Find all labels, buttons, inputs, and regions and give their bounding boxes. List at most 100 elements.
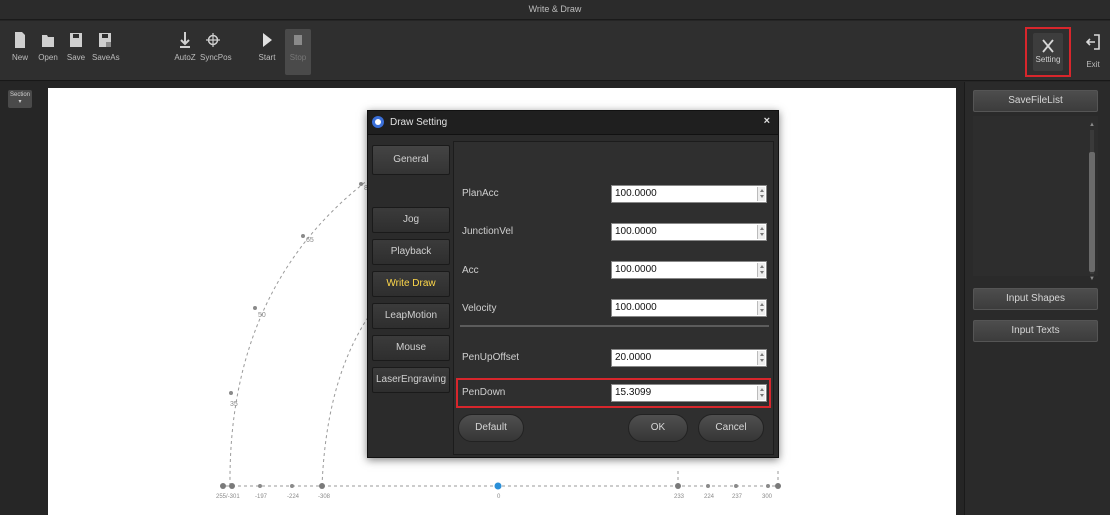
new-button-label: New — [11, 53, 28, 62]
axis-point — [734, 484, 738, 488]
save-button[interactable]: Save — [63, 29, 89, 75]
setting-button[interactable]: Setting — [1025, 27, 1071, 77]
stop-button-label: Stop — [289, 53, 307, 62]
auto-z-icon — [180, 32, 190, 48]
pen-down-value: 15.3099 — [615, 387, 652, 398]
axis-point — [290, 484, 294, 488]
save-as-button[interactable]: SaveAs — [92, 29, 120, 75]
spinner-icon[interactable] — [757, 386, 765, 400]
arc-point — [253, 306, 257, 310]
stop-button[interactable]: Stop — [285, 29, 311, 75]
acc-label: Acc — [462, 265, 479, 276]
draw-setting-dialog: Draw Setting × General Jog Playback Writ… — [367, 110, 779, 458]
left-panel: Section ▾ — [0, 82, 40, 515]
dialog-title: Draw Setting — [390, 117, 448, 128]
spinner-icon[interactable] — [757, 263, 765, 277]
arc-point — [301, 234, 305, 238]
axis-label: 233 — [674, 494, 685, 500]
axis-point — [229, 483, 235, 489]
tab-playback[interactable]: Playback — [372, 239, 450, 265]
spinner-icon[interactable] — [757, 301, 765, 315]
axis-label: -308 — [318, 494, 331, 500]
file-list-scrollbar[interactable]: ▲ ▼ — [1088, 122, 1096, 282]
save-icon — [70, 33, 82, 47]
title-bar: Write & Draw — [0, 0, 1110, 20]
exit-button-label: Exit — [1086, 60, 1100, 69]
ok-button[interactable]: OK — [628, 414, 688, 442]
arc-point — [359, 182, 363, 186]
tab-laser-engraving[interactable]: LaserEngraving — [372, 367, 450, 393]
arc-point-label: 35 — [230, 401, 238, 408]
cancel-button[interactable]: Cancel — [698, 414, 764, 442]
tab-general[interactable]: General — [372, 145, 450, 175]
tab-leapmotion[interactable]: LeapMotion — [372, 303, 450, 329]
axis-point — [706, 484, 710, 488]
acc-value: 100.0000 — [615, 264, 657, 275]
axis-label: -224 — [287, 494, 300, 500]
axis-label: 300 — [762, 494, 773, 500]
origin-point — [494, 482, 502, 490]
pen-up-offset-input[interactable]: 20.0000 — [611, 349, 767, 367]
junction-vel-value: 100.0000 — [615, 226, 657, 237]
open-button-label: Open — [38, 53, 58, 62]
axis-point — [220, 483, 226, 489]
open-button[interactable]: Open — [35, 29, 61, 75]
save-as-icon — [99, 33, 111, 47]
velocity-label: Velocity — [462, 303, 497, 314]
junction-vel-input[interactable]: 100.0000 — [611, 223, 767, 241]
folder-open-icon — [42, 35, 54, 47]
close-icon[interactable]: × — [764, 115, 770, 127]
exit-button[interactable]: Exit — [1082, 33, 1104, 75]
plan-acc-value: 100.0000 — [615, 188, 657, 199]
plan-acc-input[interactable]: 100.0000 — [611, 185, 767, 203]
velocity-value: 100.0000 — [615, 302, 657, 313]
exit-icon — [1085, 34, 1100, 50]
new-button[interactable]: New — [7, 29, 33, 75]
file-list[interactable] — [973, 116, 1098, 276]
setting-button-label: Setting — [1035, 55, 1061, 64]
save-as-button-label: SaveAs — [92, 53, 120, 62]
auto-z-button[interactable]: AutoZ — [172, 29, 198, 75]
scroll-down-icon[interactable]: ▼ — [1088, 276, 1096, 282]
arc-point-label: 65 — [306, 237, 314, 244]
play-icon — [263, 33, 272, 47]
spinner-icon[interactable] — [757, 351, 765, 365]
axis-point — [258, 484, 262, 488]
axis-point — [675, 483, 681, 489]
junction-vel-label: JunctionVel — [462, 226, 514, 237]
section-dropdown[interactable]: Section ▾ — [8, 90, 32, 108]
spinner-icon[interactable] — [757, 187, 765, 201]
start-button-label: Start — [258, 53, 276, 62]
acc-input[interactable]: 100.0000 — [611, 261, 767, 279]
write-draw-settings-panel: PlanAcc 100.0000 JunctionVel 100.0000 Ac… — [453, 141, 774, 455]
spinner-icon[interactable] — [757, 225, 765, 239]
input-texts-button[interactable]: Input Texts — [973, 320, 1098, 342]
plan-acc-label: PlanAcc — [462, 188, 499, 199]
toolbar: New Open Save SaveAs AutoZ SyncPos Start — [0, 21, 1110, 81]
axis-point — [775, 483, 781, 489]
scroll-thumb[interactable] — [1089, 152, 1095, 272]
start-button[interactable]: Start — [254, 29, 280, 75]
tab-mouse[interactable]: Mouse — [372, 335, 450, 361]
auto-z-button-label: AutoZ — [174, 53, 196, 62]
scroll-up-icon[interactable]: ▲ — [1088, 122, 1096, 128]
arc-point — [229, 391, 233, 395]
default-button[interactable]: Default — [458, 414, 524, 442]
settings-tabs: General Jog Playback Write Draw LeapMoti… — [372, 143, 450, 453]
window-title: Write & Draw — [528, 4, 582, 14]
tab-jog[interactable]: Jog — [372, 207, 450, 233]
axis-label: -197 — [255, 494, 268, 500]
axis-point — [766, 484, 770, 488]
sync-pos-button-label: SyncPos — [200, 53, 232, 62]
sync-pos-button[interactable]: SyncPos — [200, 29, 232, 75]
app-logo-icon — [372, 116, 384, 128]
input-shapes-button[interactable]: Input Shapes — [973, 288, 1098, 310]
tab-write-draw[interactable]: Write Draw — [372, 271, 450, 297]
axis-label: 0 — [497, 494, 501, 500]
save-file-list-button[interactable]: SaveFileList — [973, 90, 1098, 112]
pen-down-input[interactable]: 15.3099 — [611, 384, 767, 402]
velocity-input[interactable]: 100.0000 — [611, 299, 767, 317]
axis-label: 237 — [732, 494, 743, 500]
arc-point-label: 50 — [258, 312, 266, 319]
axis-label: 255/-301 — [216, 494, 240, 500]
